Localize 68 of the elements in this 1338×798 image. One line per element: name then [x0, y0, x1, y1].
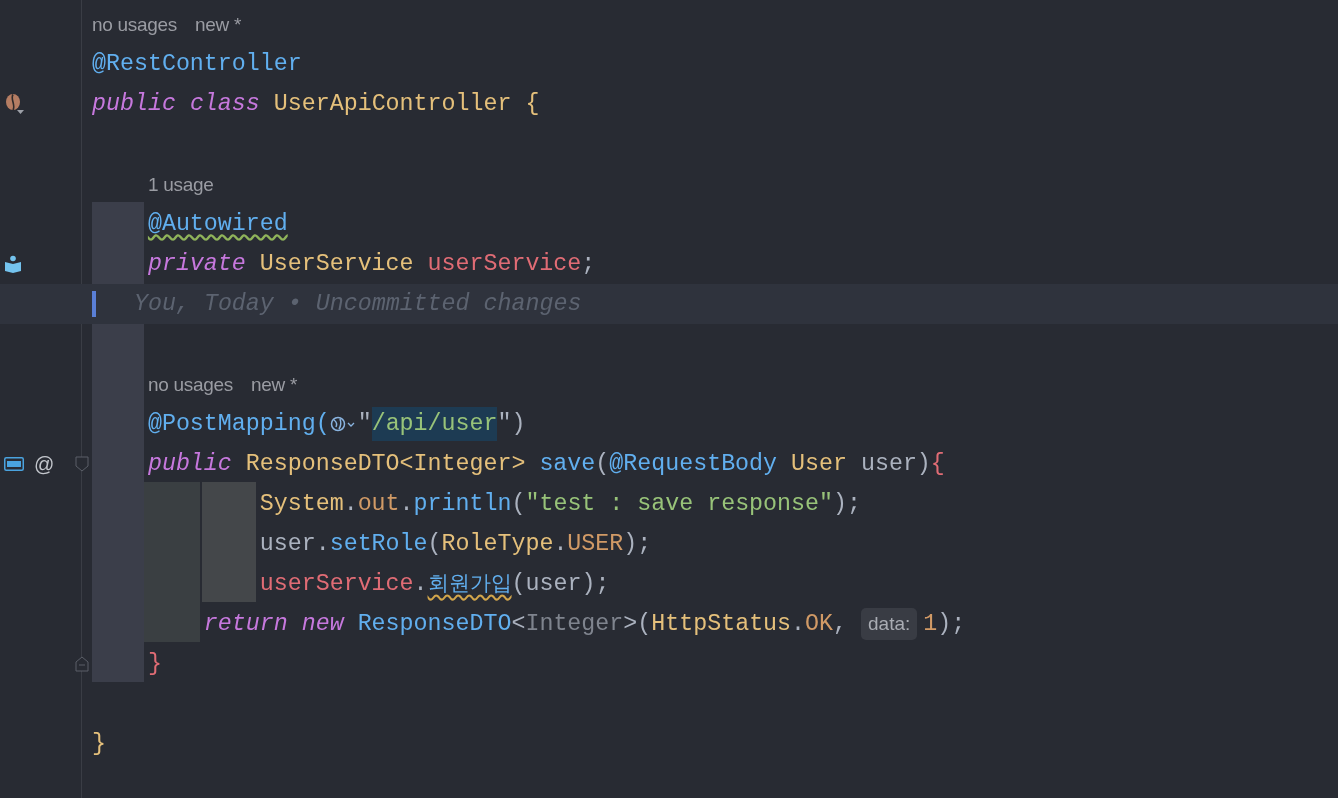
code-token: new [301, 609, 346, 639]
code-token: println [413, 489, 512, 519]
code-token: { [525, 89, 540, 119]
code-token: ( [511, 489, 526, 519]
usage-hint[interactable]: 1 usage [148, 170, 214, 200]
code-token: } [92, 729, 106, 759]
code-token: return [203, 609, 289, 639]
code-token: . [399, 489, 414, 519]
code-token: /api/user [371, 406, 498, 442]
code-token: User [791, 449, 848, 479]
code-token: . [413, 569, 428, 599]
code-token: out [357, 489, 400, 519]
code-token: HttpStatus [651, 609, 792, 639]
code-token: ; [581, 249, 596, 279]
code-token: ( [427, 529, 442, 559]
code-token: { [930, 449, 945, 479]
fold-marker-icon [75, 656, 89, 672]
code-token: private [147, 249, 247, 279]
code-token: 1 [923, 609, 938, 639]
code-token: @Autowired [147, 209, 288, 239]
code-token: ( [595, 449, 610, 479]
code-token: Integer [525, 609, 624, 639]
code-token: user) [860, 449, 931, 479]
code-token: < [511, 609, 526, 639]
usage-hint[interactable]: no usages [148, 370, 233, 400]
code-token: 회원가입 [427, 570, 512, 598]
code-token: , [833, 609, 848, 639]
code-token: save [539, 449, 596, 479]
change-marker [92, 291, 96, 317]
code-token: ); [623, 529, 652, 559]
code-token: . [553, 529, 568, 559]
gutter-annotation-marker: @ [34, 454, 55, 474]
code-token: ); [833, 489, 861, 519]
code-token: >( [623, 609, 652, 639]
parameter-hint: data: [861, 607, 918, 641]
code-token: public [147, 449, 233, 479]
code-token: setRole [329, 529, 428, 559]
code-token: . [791, 609, 806, 639]
code-token: @RequestBody [609, 449, 779, 479]
code-token: userService [427, 249, 582, 279]
code-token: System [259, 489, 344, 519]
code-token: ResponseDTO<Integer> [245, 449, 527, 479]
code-token: public [92, 89, 177, 119]
code-token: @RestController [92, 49, 302, 79]
usage-hint[interactable]: new * [195, 10, 241, 40]
code-token: RoleType [441, 529, 554, 559]
code-token: USER [567, 529, 624, 559]
code-token: UserApiController [273, 89, 513, 119]
book-icon [4, 255, 22, 273]
code-token: (user); [511, 569, 610, 599]
fold-marker-icon [75, 456, 89, 472]
usage-hint[interactable]: no usages [92, 10, 177, 40]
code-token: "test : save response" [525, 489, 833, 519]
code-token: OK [805, 609, 834, 639]
code-token: @PostMapping( [147, 409, 330, 439]
code-token: } [147, 649, 162, 679]
code-token: ") [497, 409, 526, 439]
code-token: ); [937, 609, 966, 639]
code-token: UserService [259, 249, 415, 279]
api-icon [4, 457, 24, 471]
code-token: userService [259, 569, 414, 599]
code-token: ResponseDTO [357, 609, 512, 639]
usage-hint[interactable]: new * [251, 370, 297, 400]
bean-icon [4, 93, 26, 115]
code-token: . [343, 489, 358, 519]
code-token: class [189, 89, 261, 119]
code-token: " [357, 409, 372, 439]
code-token: user. [259, 529, 330, 559]
